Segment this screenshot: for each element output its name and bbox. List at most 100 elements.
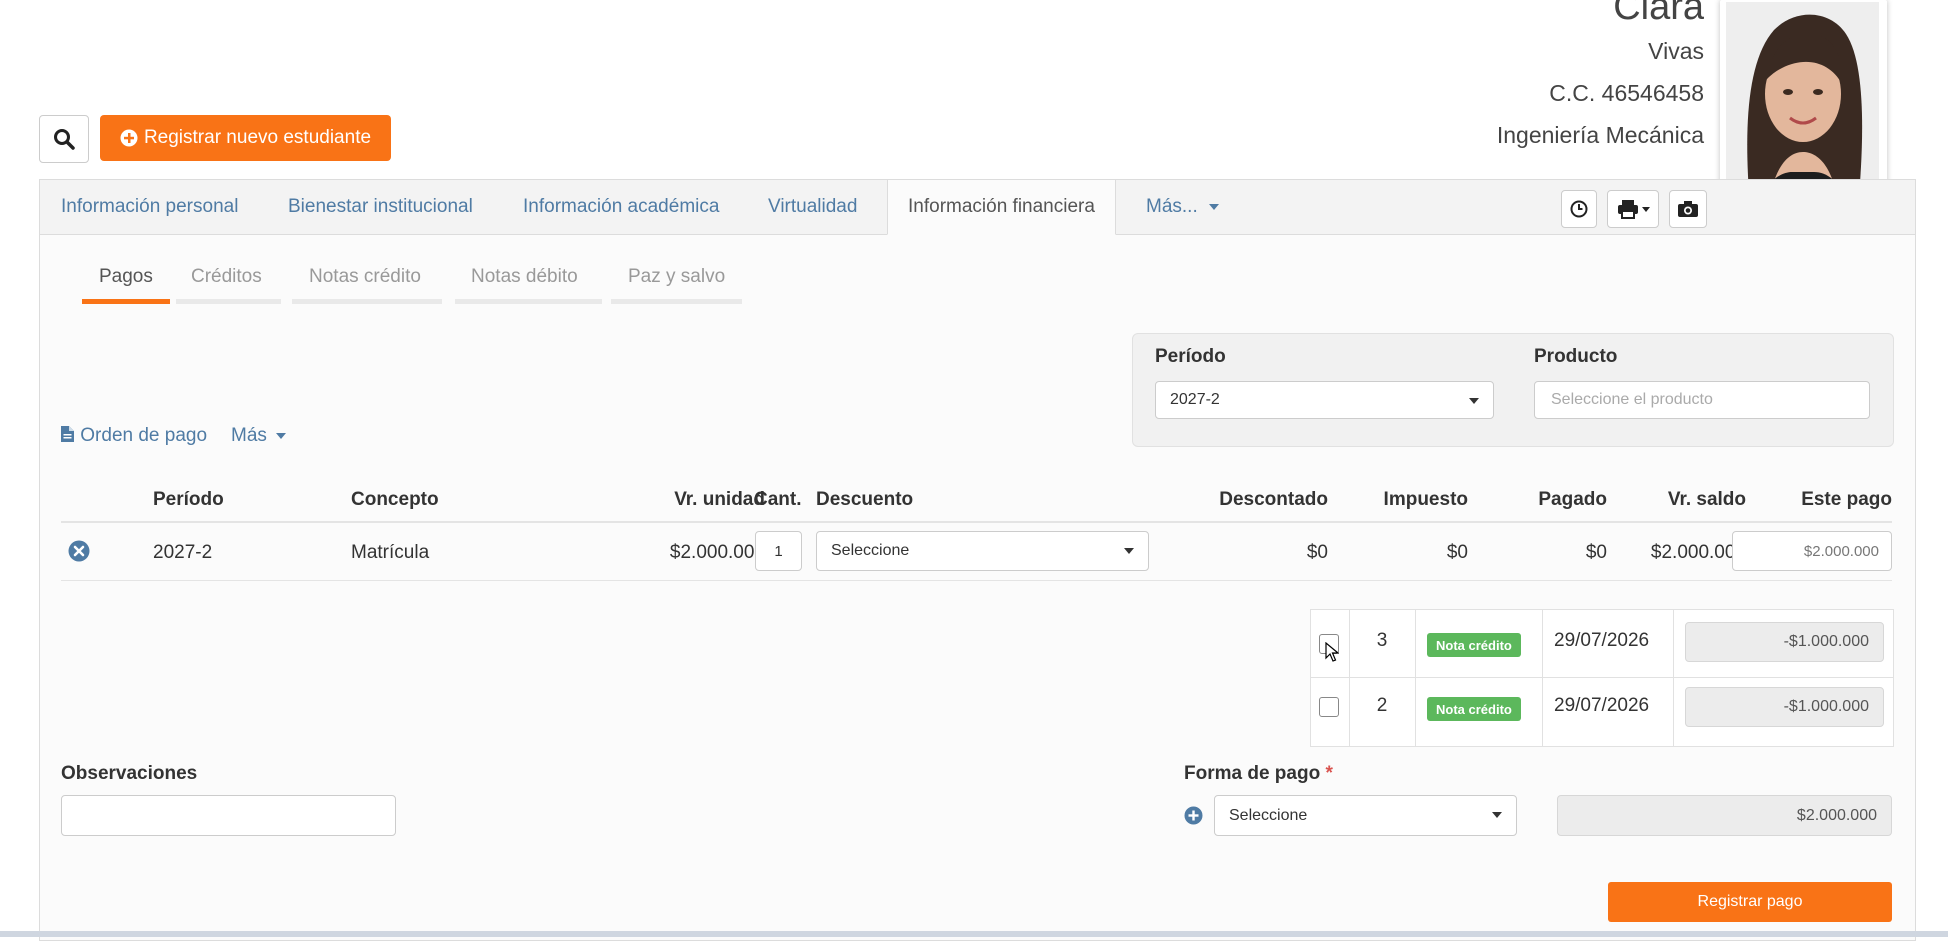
payment-method-label-text: Forma de pago (1184, 763, 1321, 784)
subtab-pagos[interactable]: Pagos (99, 266, 153, 288)
table-divider (1311, 677, 1893, 678)
tab-mas[interactable]: Más... (1146, 180, 1220, 234)
discount-select-value: Seleccione (831, 542, 910, 559)
cursor-icon (1325, 642, 1339, 662)
this-payment-input[interactable]: $2.000.000 (1732, 531, 1892, 571)
product-select[interactable]: Seleccione el producto (1534, 381, 1870, 419)
header-pagado: Pagado (1538, 489, 1607, 510)
subtab-notas-debito[interactable]: Notas débito (471, 266, 578, 288)
clock-icon (1570, 200, 1588, 218)
document-icon (61, 426, 74, 442)
remove-circle-icon (68, 540, 90, 562)
register-new-student-label: Registrar nuevo estudiante (143, 127, 372, 148)
row-discounted: $0 (1306, 542, 1328, 563)
table-row-divider (61, 580, 1892, 581)
credit-notes-table: 3 Nota crédito 29/07/2026 -$1.000.000 2 … (1310, 609, 1894, 747)
period-select[interactable]: 2027-2 (1155, 381, 1494, 419)
credit-note-number: 3 (1376, 630, 1388, 651)
payment-order-link[interactable]: Orden de pago (60, 425, 207, 447)
table-divider (1542, 610, 1543, 746)
tab-informacion-financiera[interactable]: Información financiera (887, 179, 1116, 235)
remove-row-button[interactable] (68, 540, 90, 562)
main-tab-bar: Información personal Bienestar instituci… (40, 179, 1915, 235)
more-actions-dropdown[interactable]: Más (231, 425, 287, 447)
tab-virtualidad[interactable]: Virtualidad (768, 180, 857, 234)
caret-down-icon (1641, 206, 1650, 212)
history-button[interactable] (1561, 190, 1597, 228)
period-label: Período (1155, 346, 1226, 367)
student-document: C.C. 46546458 (1549, 80, 1704, 106)
product-label: Producto (1534, 346, 1618, 367)
row-concept: Matrícula (351, 542, 430, 563)
header-periodo: Período (153, 489, 224, 510)
period-select-value: 2027-2 (1170, 391, 1220, 408)
product-placeholder: Seleccione el producto (1551, 391, 1713, 408)
table-header-divider (61, 521, 1892, 523)
register-payment-label: Registrar pago (1697, 893, 1803, 910)
subtab-indicator (455, 299, 602, 304)
observations-input[interactable] (61, 795, 396, 836)
quantity-value: 1 (774, 542, 783, 560)
header-concepto: Concepto (351, 489, 439, 510)
table-divider (1673, 610, 1674, 746)
credit-note-number: 2 (1376, 695, 1388, 716)
search-button[interactable] (39, 115, 89, 163)
required-mark: * (1325, 763, 1333, 784)
tab-mas-label: Más... (1146, 196, 1198, 217)
caret-down-icon (276, 432, 287, 439)
payment-method-amount: $2.000.000 (1557, 795, 1892, 836)
header-vr-unidad: Vr. unidad (674, 489, 765, 510)
bottom-strip (0, 931, 1948, 937)
credit-note-amount: -$1.000.000 (1685, 687, 1884, 727)
more-actions-label: Más (231, 425, 267, 446)
register-payment-button[interactable]: Registrar pago (1608, 882, 1892, 922)
credit-note-checkbox[interactable] (1319, 697, 1339, 717)
header-impuesto: Impuesto (1383, 489, 1468, 510)
student-detail-panel: Información personal Bienestar instituci… (39, 179, 1916, 941)
register-new-student-button[interactable]: Registrar nuevo estudiante (100, 115, 391, 161)
subtab-indicator (176, 299, 281, 304)
print-button[interactable] (1607, 190, 1659, 228)
row-period: 2027-2 (153, 542, 213, 563)
subtab-notas-credito[interactable]: Notas crédito (309, 266, 421, 288)
subtab-indicator (611, 299, 742, 304)
student-first-name: Clara (1613, 0, 1704, 28)
row-unit-value: $2.000.000 (669, 542, 765, 563)
observations-label: Observaciones (61, 763, 198, 784)
caret-down-icon (1124, 548, 1134, 554)
quantity-input[interactable]: 1 (755, 531, 802, 571)
plus-circle-icon (120, 129, 138, 147)
student-program: Ingeniería Mecánica (1496, 122, 1704, 148)
subtab-paz-y-salvo[interactable]: Paz y salvo (628, 266, 725, 288)
row-tax: $0 (1446, 542, 1468, 563)
this-payment-value: $2.000.000 (1803, 542, 1879, 560)
row-paid: $0 (1585, 542, 1607, 563)
add-payment-method-button[interactable] (1184, 806, 1203, 825)
tab-informacion-personal[interactable]: Información personal (61, 180, 238, 234)
filter-box: Período 2027-2 Producto Seleccione el pr… (1132, 333, 1894, 447)
caret-down-icon (1209, 203, 1220, 210)
camera-button[interactable] (1669, 190, 1707, 228)
table-divider (1415, 610, 1416, 746)
credit-note-amount: -$1.000.000 (1685, 622, 1884, 662)
subtab-pagos-indicator (82, 299, 170, 304)
credit-note-amount-value: -$1.000.000 (1783, 698, 1869, 715)
tab-bienestar-institucional[interactable]: Bienestar institucional (288, 180, 473, 234)
caret-down-icon (1469, 398, 1479, 404)
header-vr-saldo: Vr. saldo (1667, 489, 1746, 510)
payment-method-select[interactable]: Seleccione (1214, 795, 1517, 836)
subtab-creditos[interactable]: Créditos (191, 266, 262, 288)
tab-informacion-academica[interactable]: Información académica (523, 180, 719, 234)
payment-method-label: Forma de pago * (1184, 763, 1333, 785)
subtab-indicator (292, 299, 442, 304)
discount-select[interactable]: Seleccione (816, 531, 1149, 571)
header-descuento: Descuento (816, 489, 914, 510)
credit-note-badge: Nota crédito (1427, 633, 1521, 657)
caret-down-icon (1492, 812, 1502, 818)
payment-order-label: Orden de pago (80, 425, 208, 446)
search-icon (54, 129, 75, 150)
payment-method-select-value: Seleccione (1229, 806, 1308, 824)
header-descontado: Descontado (1219, 489, 1328, 510)
student-last-name: Vivas (1648, 38, 1704, 64)
print-icon (1617, 200, 1638, 219)
